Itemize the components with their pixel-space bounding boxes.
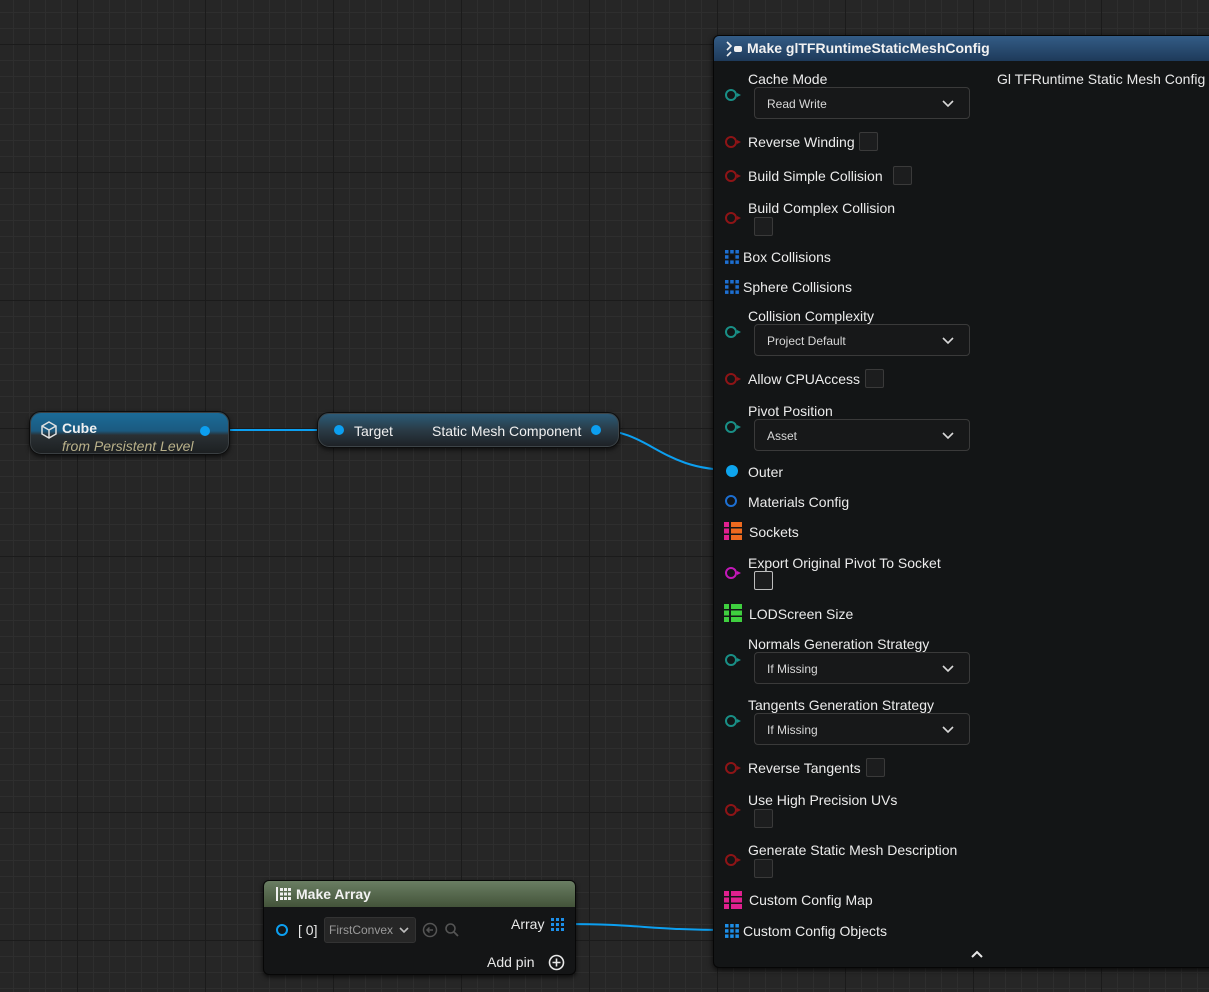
sockets-label: Sockets	[749, 524, 799, 540]
reverse-tangents-checkbox[interactable]	[866, 758, 885, 777]
chevron-down-icon	[942, 726, 954, 734]
array-index-label: [ 0]	[298, 922, 318, 938]
cache-mode-label: Cache Mode	[748, 71, 828, 87]
outer-label: Outer	[748, 464, 784, 480]
custom-config-objects-label: Custom Config Objects	[743, 923, 887, 939]
build-complex-collision-checkbox[interactable]	[754, 217, 773, 236]
array-output-pin-icon[interactable]	[551, 918, 564, 931]
collapse-chevron-up-icon[interactable]	[971, 949, 983, 959]
browse-search-icon[interactable]	[444, 922, 460, 938]
collision-complexity-label: Collision Complexity	[748, 308, 875, 324]
static-mesh-component-label: Static Mesh Component	[432, 423, 582, 439]
box-collisions-label: Box Collisions	[743, 249, 831, 265]
pivot-position-value: Asset	[767, 429, 798, 443]
cube-icon	[41, 421, 57, 439]
array-element-0-pin[interactable]	[276, 924, 288, 936]
reverse-tangents-pin[interactable]	[725, 762, 741, 774]
array-element-0-value: FirstConvex	[329, 923, 394, 937]
static-mesh-component-output-pin[interactable]	[591, 425, 601, 435]
array-grid-icon	[276, 887, 291, 901]
make-array-header: Make Array	[264, 881, 575, 907]
make-array-node[interactable]: Make Array [ 0] FirstConvex Array Add pi…	[263, 880, 576, 975]
tangents-strategy-pin[interactable]	[725, 715, 741, 727]
tangents-strategy-label: Tangents Generation Strategy	[748, 697, 935, 713]
export-original-pivot-label: Export Original Pivot To Socket	[748, 555, 941, 571]
cache-mode-pin[interactable]	[725, 89, 741, 101]
add-pin-label[interactable]: Add pin	[487, 954, 534, 970]
use-high-precision-uvs-checkbox[interactable]	[754, 809, 773, 828]
collision-complexity-dropdown[interactable]: Project Default	[754, 324, 970, 356]
collision-complexity-pin[interactable]	[725, 326, 741, 338]
use-high-precision-uvs-pin[interactable]	[725, 804, 741, 816]
array-element-0-select[interactable]: FirstConvex	[324, 917, 416, 943]
wire-array-to-custom-objects	[565, 923, 729, 931]
reverse-tangents-label: Reverse Tangents	[748, 760, 861, 776]
pivot-position-pin[interactable]	[725, 421, 741, 433]
chevron-down-icon	[942, 432, 954, 440]
make-node-title: Make glTFRuntimeStaticMeshConfig	[747, 40, 990, 56]
sphere-collisions-array-pin-icon[interactable]	[725, 280, 739, 294]
make-node-output-label: Gl TFRuntime Static Mesh Config	[997, 71, 1206, 87]
allow-cpu-access-checkbox[interactable]	[865, 369, 884, 388]
sockets-map-pin-icon[interactable]	[724, 522, 742, 540]
materials-config-pin[interactable]	[725, 495, 737, 507]
reverse-winding-pin[interactable]	[725, 136, 741, 148]
cache-mode-value: Read Write	[767, 97, 827, 111]
cube-reference-node[interactable]: Cube from Persistent Level	[29, 411, 230, 455]
box-collisions-array-pin-icon[interactable]	[725, 250, 739, 264]
use-selected-asset-icon[interactable]	[422, 922, 438, 938]
normals-strategy-dropdown[interactable]: If Missing	[754, 652, 970, 684]
export-original-pivot-checkbox[interactable]	[754, 571, 773, 590]
tangents-strategy-dropdown[interactable]: If Missing	[754, 713, 970, 745]
collision-complexity-value: Project Default	[767, 334, 846, 348]
array-output-label: Array	[511, 916, 545, 932]
target-input-pin[interactable]	[334, 425, 344, 435]
export-original-pivot-pin[interactable]	[725, 567, 741, 579]
lod-screen-size-map-pin-icon[interactable]	[724, 604, 742, 622]
chevron-down-icon	[399, 927, 409, 934]
blueprint-graph-canvas[interactable]: Cube from Persistent Level Target Static…	[0, 0, 1209, 992]
add-pin-plus-icon[interactable]	[548, 954, 565, 971]
make-array-title: Make Array	[296, 886, 371, 902]
target-label: Target	[354, 423, 393, 439]
reverse-winding-label: Reverse Winding	[748, 134, 855, 150]
static-mesh-component-getter-node[interactable]: Target Static Mesh Component	[317, 412, 620, 448]
generate-static-mesh-description-checkbox[interactable]	[754, 859, 773, 878]
normals-strategy-pin[interactable]	[725, 654, 741, 666]
allow-cpu-access-pin[interactable]	[725, 373, 741, 385]
cube-node-subtitle: from Persistent Level	[62, 438, 194, 454]
make-struct-icon	[726, 41, 742, 57]
chevron-down-icon	[942, 665, 954, 673]
use-high-precision-uvs-label: Use High Precision UVs	[748, 792, 898, 808]
lod-screen-size-label: LODScreen Size	[749, 606, 854, 622]
build-complex-collision-pin[interactable]	[725, 212, 741, 224]
chevron-down-icon	[942, 337, 954, 345]
cube-node-title: Cube	[62, 420, 97, 436]
allow-cpu-access-label: Allow CPUAccess	[748, 371, 861, 387]
normals-strategy-value: If Missing	[767, 662, 818, 676]
pivot-position-dropdown[interactable]: Asset	[754, 419, 970, 451]
build-simple-collision-checkbox[interactable]	[893, 166, 912, 185]
outer-pin[interactable]	[726, 465, 738, 477]
custom-config-objects-array-pin-icon[interactable]	[725, 924, 739, 938]
pivot-position-label: Pivot Position	[748, 403, 833, 419]
custom-config-map-pin-icon[interactable]	[724, 891, 742, 909]
chevron-down-icon	[942, 100, 954, 108]
sphere-collisions-label: Sphere Collisions	[743, 279, 852, 295]
build-simple-collision-label: Build Simple Collision	[748, 168, 883, 184]
build-complex-collision-label: Build Complex Collision	[748, 200, 896, 216]
reverse-winding-checkbox[interactable]	[859, 132, 878, 151]
cube-output-pin[interactable]	[200, 426, 210, 436]
make-node-header: Make glTFRuntimeStaticMeshConfig	[714, 36, 1209, 61]
custom-config-map-label: Custom Config Map	[749, 892, 873, 908]
tangents-strategy-value: If Missing	[767, 723, 818, 737]
make-gltf-runtime-static-mesh-config-node[interactable]: Make glTFRuntimeStaticMeshConfig Gl TFRu…	[713, 35, 1209, 968]
cache-mode-dropdown[interactable]: Read Write	[754, 87, 970, 119]
generate-static-mesh-description-label: Generate Static Mesh Description	[748, 842, 958, 858]
normals-strategy-label: Normals Generation Strategy	[748, 636, 930, 652]
build-simple-collision-pin[interactable]	[725, 170, 741, 182]
generate-static-mesh-description-pin[interactable]	[725, 854, 741, 866]
materials-config-label: Materials Config	[748, 494, 850, 510]
